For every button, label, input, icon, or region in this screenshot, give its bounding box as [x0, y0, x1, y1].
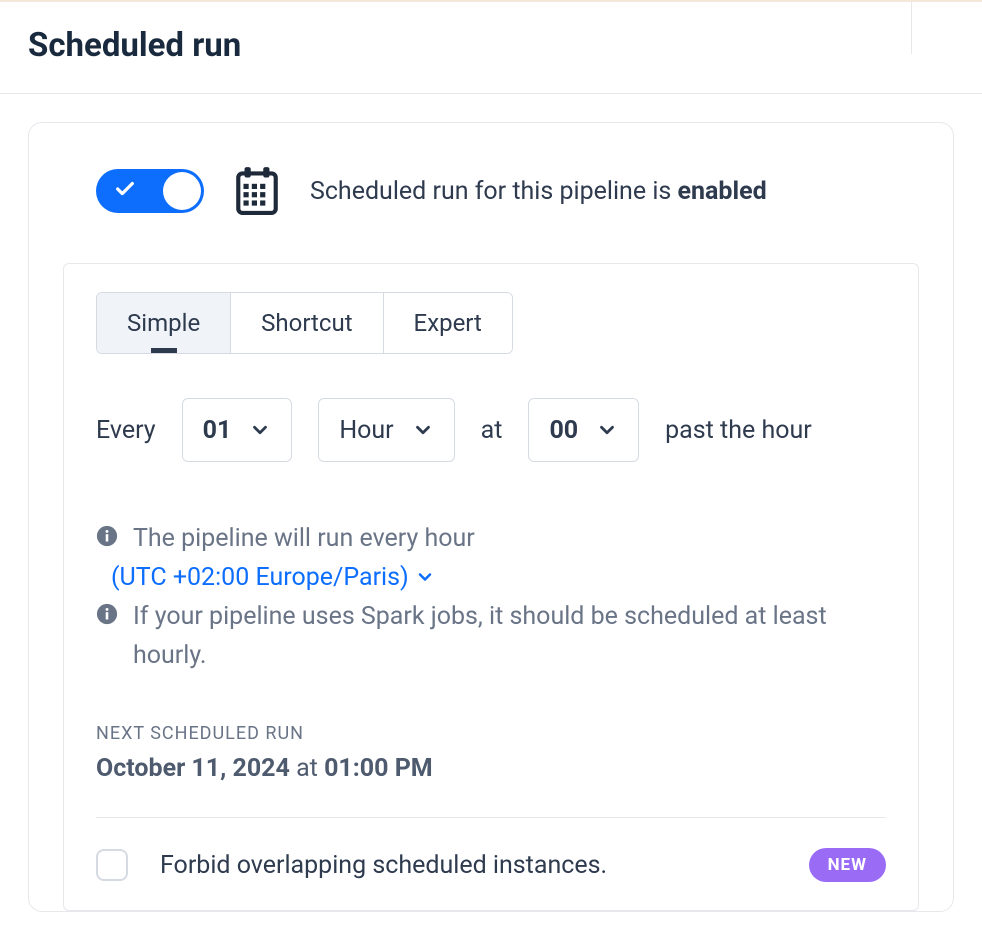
forbid-row: Forbid overlapping scheduled instances. … — [96, 848, 886, 882]
calendar-icon — [232, 163, 282, 219]
info-icon — [96, 525, 118, 547]
close-button[interactable] — [911, 2, 952, 54]
interval-select[interactable]: 01 — [182, 398, 293, 462]
chevron-down-icon — [249, 419, 271, 441]
forbid-overlap-checkbox[interactable] — [96, 849, 128, 881]
check-icon — [114, 178, 136, 205]
next-run-at: at — [290, 754, 324, 783]
info-run-text: The pipeline will run every hour — [133, 520, 475, 559]
every-label: Every — [96, 416, 156, 445]
timezone-text: (UTC +02:00 Europe/Paris) — [111, 563, 409, 592]
status-row: Scheduled run for this pipeline is enabl… — [96, 163, 883, 219]
dialog-title: Scheduled run — [28, 26, 241, 65]
dialog-header: Scheduled run — [0, 0, 982, 94]
minute-value: 00 — [549, 416, 578, 445]
chevron-down-icon — [415, 567, 435, 587]
unit-value: Hour — [339, 416, 393, 445]
schedule-row: Every 01 Hour at 00 past the hour — [96, 398, 886, 462]
divider — [96, 817, 886, 818]
info-spark: If your pipeline uses Spark jobs, it sho… — [96, 598, 886, 676]
tab-expert[interactable]: Expert — [384, 293, 512, 353]
next-run-value: October 11, 2024 at 01:00 PM — [96, 754, 886, 783]
info-run: The pipeline will run every hour — [96, 520, 886, 559]
new-badge: NEW — [809, 848, 886, 882]
status-text-prefix: Scheduled run for this pipeline is — [310, 177, 678, 206]
dialog-content: Scheduled run for this pipeline is enabl… — [0, 94, 982, 940]
info-icon — [96, 603, 118, 625]
tab-shortcut[interactable]: Shortcut — [231, 293, 383, 353]
schedule-panel: Simple Shortcut Expert Every 01 Hour at … — [63, 263, 919, 911]
tab-simple[interactable]: Simple — [97, 293, 231, 353]
at-label: at — [481, 416, 503, 445]
toggle-knob — [163, 172, 201, 210]
status-text-state: enabled — [678, 177, 767, 206]
interval-value: 01 — [203, 416, 232, 445]
settings-card: Scheduled run for this pipeline is enabl… — [28, 122, 954, 912]
chevron-down-icon — [412, 419, 434, 441]
next-run-label: NEXT SCHEDULED RUN — [96, 723, 886, 744]
chevron-down-icon — [596, 419, 618, 441]
status-text: Scheduled run for this pipeline is enabl… — [310, 177, 767, 206]
enable-toggle[interactable] — [96, 169, 204, 213]
timezone-link[interactable]: (UTC +02:00 Europe/Paris) — [111, 563, 435, 592]
next-run-date: October 11, 2024 — [96, 754, 290, 783]
minute-select[interactable]: 00 — [528, 398, 639, 462]
info-spark-text: If your pipeline uses Spark jobs, it sho… — [133, 598, 886, 676]
next-run-time: 01:00 PM — [324, 754, 433, 783]
forbid-overlap-label: Forbid overlapping scheduled instances. — [160, 851, 777, 880]
unit-select[interactable]: Hour — [318, 398, 454, 462]
past-label: past the hour — [665, 416, 812, 445]
mode-tabs: Simple Shortcut Expert — [96, 292, 513, 354]
